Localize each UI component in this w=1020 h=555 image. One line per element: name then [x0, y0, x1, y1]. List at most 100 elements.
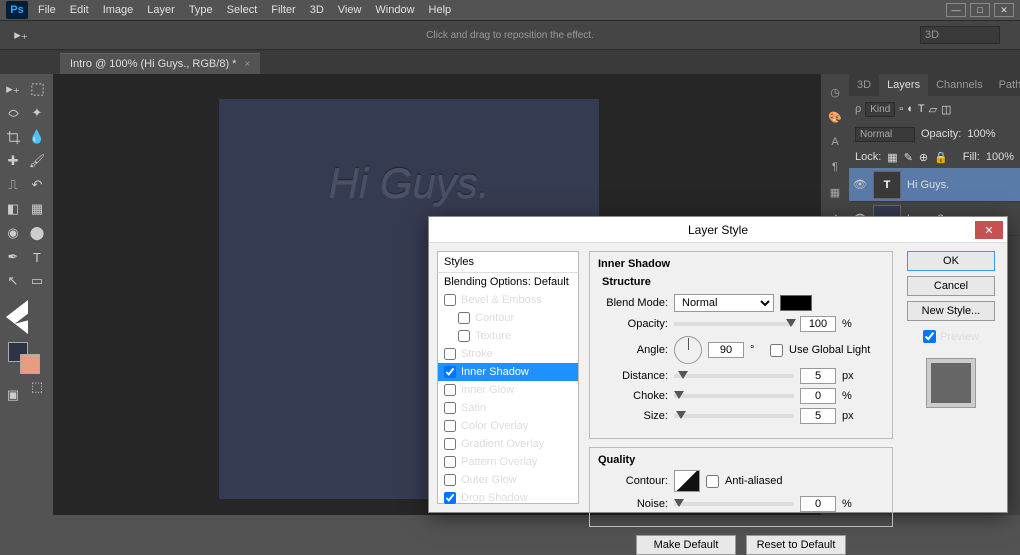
style-outer-glow[interactable]: Outer Glow [438, 471, 578, 489]
background-swatch[interactable] [20, 354, 40, 374]
tab-channels[interactable]: Channels [928, 74, 990, 96]
close-button[interactable]: ✕ [994, 3, 1014, 17]
type-tool[interactable]: T [26, 246, 48, 268]
style-contour[interactable]: Contour [438, 309, 578, 327]
style-checkbox[interactable] [444, 384, 456, 396]
history-brush-tool[interactable]: ↶ [26, 174, 48, 196]
style-checkbox[interactable] [444, 438, 456, 450]
size-slider[interactable] [674, 414, 794, 418]
ok-button[interactable]: OK [907, 251, 995, 271]
preview-checkbox[interactable] [923, 330, 936, 343]
menu-layer[interactable]: Layer [147, 4, 175, 16]
dodge-tool[interactable]: ⬤ [26, 222, 48, 244]
crop-tool[interactable] [2, 126, 24, 148]
style-gradient-overlay[interactable]: Gradient Overlay [438, 435, 578, 453]
stamp-tool[interactable]: ⎍ [2, 174, 24, 196]
filter-pixel-icon[interactable]: ▫ [899, 103, 903, 115]
opacity-input[interactable] [800, 316, 836, 332]
eraser-tool[interactable]: ◧ [2, 198, 24, 220]
tab-layers[interactable]: Layers [879, 74, 928, 96]
style-checkbox[interactable] [444, 474, 456, 486]
pen-tool[interactable]: ✒ [2, 246, 24, 268]
style-checkbox[interactable] [444, 420, 456, 432]
contour-picker[interactable] [674, 470, 700, 492]
gradient-tool[interactable]: ▦ [26, 198, 48, 220]
visibility-icon[interactable]: 👁 [853, 178, 867, 191]
antialiased-checkbox[interactable] [706, 475, 719, 488]
move-tool[interactable]: ▸₊ [2, 78, 24, 100]
style-checkbox[interactable] [444, 456, 456, 468]
opacity-value[interactable]: 100% [967, 128, 995, 140]
style-checkbox[interactable] [458, 330, 470, 342]
fill-value[interactable]: 100% [986, 151, 1014, 163]
path-tool[interactable]: ↖ [2, 270, 24, 292]
choke-input[interactable] [800, 388, 836, 404]
make-default-button[interactable]: Make Default [636, 535, 736, 555]
distance-input[interactable] [800, 368, 836, 384]
3d-mode-select[interactable]: 3D [920, 26, 1000, 44]
style-checkbox[interactable] [458, 312, 470, 324]
styles-header[interactable]: Styles [438, 252, 578, 273]
menu-image[interactable]: Image [103, 4, 134, 16]
style-drop-shadow[interactable]: Drop Shadow [438, 489, 578, 507]
menu-file[interactable]: File [38, 4, 56, 16]
lock-lock-icon[interactable]: 🔒 [934, 151, 948, 164]
document-tab[interactable]: Intro @ 100% (Hi Guys., RGB/8) * × [60, 53, 260, 74]
menu-type[interactable]: Type [189, 4, 213, 16]
style-inner-shadow[interactable]: Inner Shadow [438, 363, 578, 381]
swatches-panel-icon[interactable]: ▦ [824, 181, 846, 203]
menu-edit[interactable]: Edit [70, 4, 89, 16]
style-checkbox[interactable] [444, 402, 456, 414]
filter-smart-icon[interactable]: ◫ [941, 103, 951, 116]
style-color-overlay[interactable]: Color Overlay [438, 417, 578, 435]
lock-pos-icon[interactable]: ⊕ [919, 151, 928, 164]
menu-view[interactable]: View [338, 4, 362, 16]
lock-pixel-icon[interactable]: ✎ [904, 151, 913, 164]
color-swatches[interactable] [8, 342, 40, 374]
reset-default-button[interactable]: Reset to Default [746, 535, 846, 555]
menu-3d[interactable]: 3D [310, 4, 324, 16]
maximize-button[interactable]: □ [970, 3, 990, 17]
style-checkbox[interactable] [444, 294, 456, 306]
history-panel-icon[interactable]: ◷ [824, 81, 846, 103]
filter-type-icon[interactable]: T [918, 103, 925, 115]
blending-options[interactable]: Blending Options: Default [438, 273, 578, 291]
tab-paths[interactable]: Paths [991, 74, 1020, 96]
lasso-tool[interactable] [2, 102, 24, 124]
tab-3d[interactable]: 3D [849, 74, 879, 96]
style-inner-glow[interactable]: Inner Glow [438, 381, 578, 399]
choke-slider[interactable] [674, 394, 794, 398]
style-bevel-emboss[interactable]: Bevel & Emboss [438, 291, 578, 309]
angle-input[interactable] [708, 342, 744, 358]
menu-help[interactable]: Help [429, 4, 452, 16]
shadow-color-chip[interactable] [780, 295, 812, 311]
blend-mode-select[interactable]: Normal [855, 127, 915, 142]
style-checkbox[interactable] [444, 492, 456, 504]
brush-tool[interactable]: 🖌 [26, 150, 48, 172]
global-light-checkbox[interactable] [770, 344, 783, 357]
style-texture[interactable]: Texture [438, 327, 578, 345]
new-style-button[interactable]: New Style... [907, 301, 995, 321]
lock-all-icon[interactable]: ▦ [887, 151, 897, 164]
layer-row-hi-guys[interactable]: 👁 T Hi Guys. [849, 168, 1020, 202]
size-input[interactable] [800, 408, 836, 424]
layer-filter-kind[interactable]: Kind [865, 102, 895, 117]
noise-input[interactable] [800, 496, 836, 512]
close-tab-icon[interactable]: × [244, 59, 250, 70]
angle-dial[interactable] [674, 336, 702, 364]
healing-tool[interactable]: ✚ [2, 150, 24, 172]
dialog-close-button[interactable]: ✕ [975, 221, 1003, 239]
shape-tool[interactable]: ▭ [26, 270, 48, 292]
para-panel-icon[interactable]: ¶ [824, 156, 846, 178]
screenmode-tool[interactable]: ⬚ [26, 376, 48, 398]
blend-mode-dropdown[interactable]: Normal [674, 294, 774, 312]
wand-tool[interactable]: ✦ [26, 102, 48, 124]
quickmask-tool[interactable]: ▣ [2, 384, 24, 406]
style-stroke[interactable]: Stroke [438, 345, 578, 363]
style-satin[interactable]: Satin [438, 399, 578, 417]
char-panel-icon[interactable]: A [824, 131, 846, 153]
noise-slider[interactable] [674, 502, 794, 506]
style-checkbox[interactable] [444, 348, 456, 360]
menu-filter[interactable]: Filter [271, 4, 295, 16]
style-checkbox[interactable] [444, 366, 456, 378]
